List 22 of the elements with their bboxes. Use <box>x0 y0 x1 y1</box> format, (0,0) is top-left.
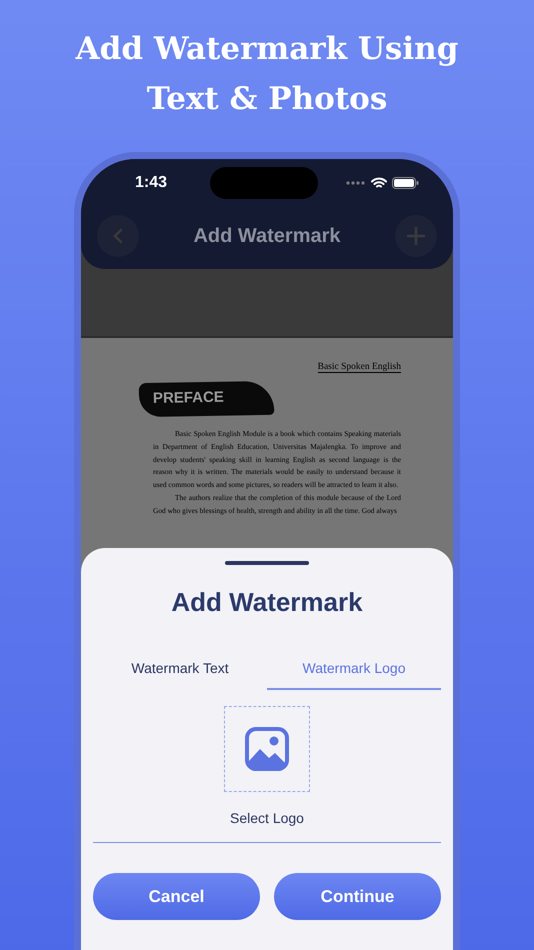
headline: Text & Photos <box>146 80 388 119</box>
back-button[interactable] <box>97 215 139 257</box>
screen-title: Add Watermark <box>193 224 341 248</box>
headline: Add Watermark Using <box>76 30 458 69</box>
signal-icon <box>346 181 366 185</box>
tab[interactable]: Watermark Text <box>93 652 267 690</box>
add-button[interactable] <box>394 215 437 257</box>
document-heading: PREFACE <box>152 388 224 407</box>
cancel-button[interactable]: Cancel <box>93 873 260 920</box>
image-icon <box>245 727 289 771</box>
status-time: 1:43 <box>135 174 168 192</box>
logo-picker[interactable] <box>224 706 310 792</box>
plus-icon <box>406 227 425 245</box>
wifi-icon <box>371 177 387 189</box>
chevron-left-icon <box>113 228 123 244</box>
sheet-title: Add Watermark <box>171 587 363 618</box>
select-logo-label: Select Logo <box>230 810 304 826</box>
tab[interactable]: Watermark Logo <box>267 652 441 690</box>
continue-button[interactable]: Continue <box>274 873 441 920</box>
sheet-grabber[interactable] <box>225 561 309 565</box>
document-header: Basic Spoken English <box>318 362 401 373</box>
battery-icon <box>392 177 419 189</box>
